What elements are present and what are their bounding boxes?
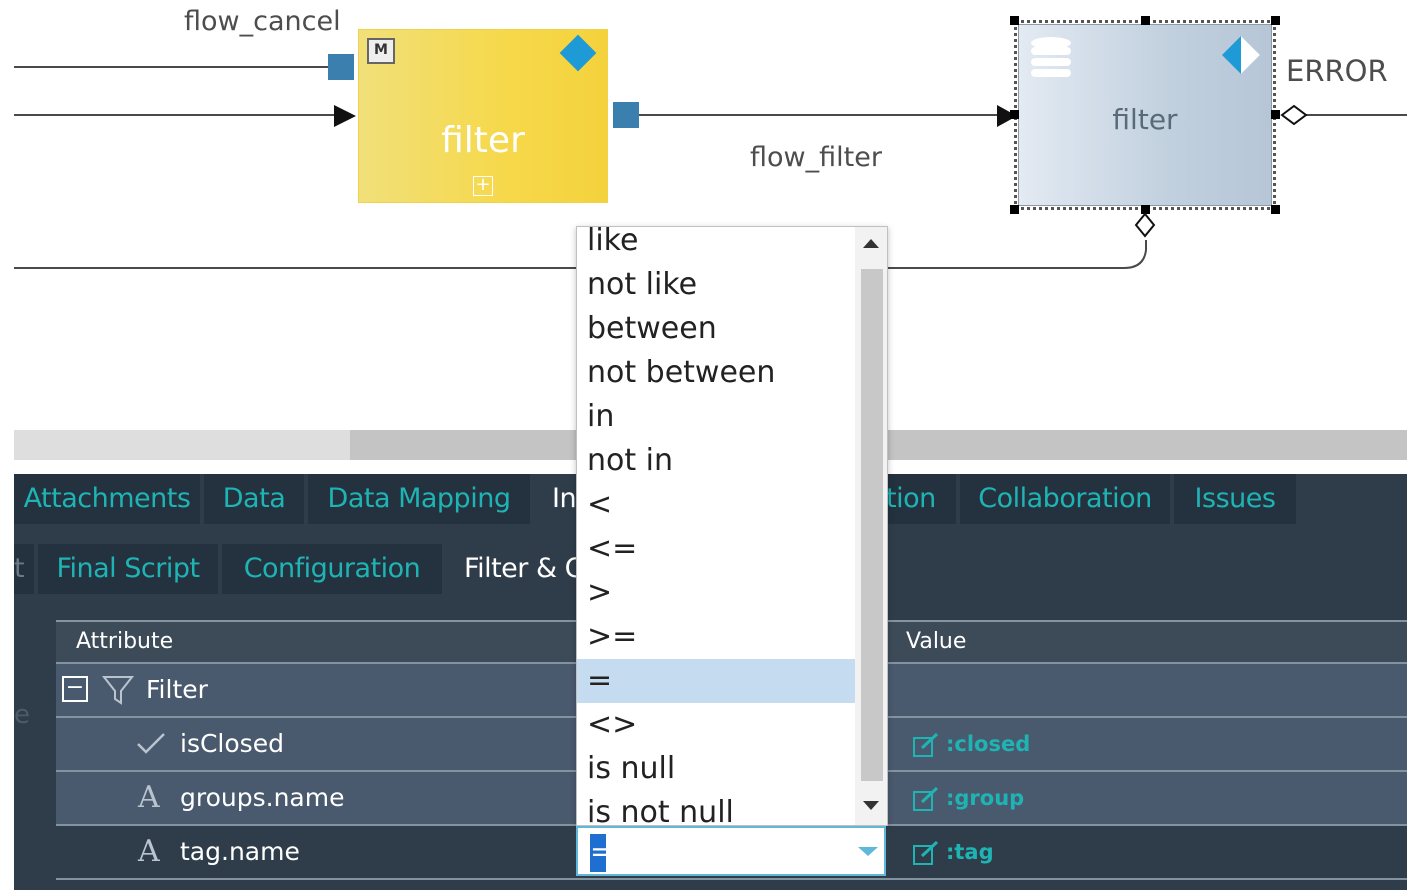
flow-label-cancel: flow_cancel (184, 6, 341, 37)
arrow-head-icon (334, 105, 356, 127)
resize-handle[interactable] (1010, 16, 1019, 25)
option-is-null[interactable]: is null (577, 747, 863, 791)
combo-selected-value[interactable]: = (590, 834, 613, 872)
resize-handle[interactable] (1271, 205, 1280, 214)
side-label: e (14, 700, 30, 730)
chevron-down-icon[interactable] (858, 847, 878, 856)
operator-dropdown-list[interactable]: like not like between not between in not… (576, 226, 888, 826)
filter-icon (102, 676, 134, 705)
option-not-in[interactable]: not in (577, 439, 863, 483)
option-gte[interactable]: >= (577, 615, 863, 659)
option-eq[interactable]: = (577, 659, 863, 703)
attribute-value[interactable]: :group (946, 772, 1024, 824)
attribute-name: groups.name (180, 783, 345, 812)
filter-node-blue[interactable]: filter (1010, 16, 1280, 214)
tab-data-mapping[interactable]: Data Mapping (308, 474, 530, 524)
option-not-like[interactable]: not like (577, 263, 863, 307)
gateway-diamond-icon (559, 34, 597, 72)
collapse-icon[interactable]: − (62, 676, 88, 702)
resize-handle[interactable] (1271, 110, 1280, 119)
edit-icon[interactable] (912, 840, 940, 866)
flow-label-filter: flow_filter (750, 142, 882, 173)
operator-combobox[interactable]: = (576, 826, 886, 876)
output-port[interactable] (613, 102, 639, 128)
tab-collaboration[interactable]: Collaboration (960, 474, 1170, 524)
option-like[interactable]: like (577, 227, 863, 263)
tab-tion[interactable]: tion (886, 474, 956, 524)
resize-handle[interactable] (1010, 110, 1019, 119)
subtab-final-script[interactable]: Final Script (38, 544, 218, 594)
header-attribute: Attribute (76, 629, 174, 654)
option-between[interactable]: between (577, 307, 863, 351)
option-gt[interactable]: > (577, 571, 863, 615)
option-not-between[interactable]: not between (577, 351, 863, 395)
error-port-diamond-icon[interactable] (1280, 104, 1310, 126)
header-value: Value (906, 629, 967, 654)
flow-label-error: ERROR (1286, 54, 1388, 88)
resize-handle[interactable] (1141, 16, 1150, 25)
option-lt[interactable]: < (577, 483, 863, 527)
tab-data[interactable]: Data (204, 474, 304, 524)
attribute-name: isClosed (180, 729, 284, 758)
text-type-icon: A (138, 780, 160, 815)
scrollbar-thumb[interactable] (861, 269, 883, 781)
flow-line-filter[interactable] (638, 114, 998, 116)
text-type-icon: A (138, 834, 160, 869)
resize-handle[interactable] (1271, 16, 1280, 25)
subtab-filter[interactable]: Filter & C (446, 544, 586, 594)
edit-icon[interactable] (912, 786, 940, 812)
scroll-down-icon[interactable] (863, 801, 879, 810)
option-lte[interactable]: <= (577, 527, 863, 571)
dropdown-scrollbar[interactable] (855, 227, 887, 825)
option-is-not-null[interactable]: is not null (577, 791, 863, 825)
option-neq[interactable]: <> (577, 703, 863, 747)
subtab-t[interactable]: t (14, 544, 34, 594)
scroll-up-icon[interactable] (863, 239, 879, 248)
expand-icon[interactable]: + (473, 176, 493, 196)
tab-issues[interactable]: Issues (1174, 474, 1296, 524)
selection-outline (1014, 20, 1276, 210)
flow-line-cancel[interactable] (14, 66, 328, 68)
subtab-configuration[interactable]: Configuration (222, 544, 442, 594)
edit-icon[interactable] (912, 732, 940, 758)
node-title: filter (441, 120, 525, 161)
attribute-value[interactable]: :tag (946, 826, 994, 878)
checkmark-icon (137, 733, 165, 754)
flow-line-error[interactable] (1306, 114, 1407, 116)
flow-line-input[interactable] (14, 114, 336, 116)
resize-handle[interactable] (1010, 205, 1019, 214)
filter-node-yellow[interactable]: M filter + (359, 30, 607, 202)
input-port[interactable] (328, 54, 354, 80)
tab-attachments[interactable]: Attachments (14, 474, 200, 524)
attribute-name: tag.name (180, 837, 300, 866)
module-badge-icon: M (367, 38, 395, 64)
option-in[interactable]: in (577, 395, 863, 439)
bottom-port-diamond-icon[interactable] (1134, 212, 1156, 240)
attribute-value[interactable]: :closed (946, 718, 1030, 770)
group-label: Filter (146, 675, 208, 704)
